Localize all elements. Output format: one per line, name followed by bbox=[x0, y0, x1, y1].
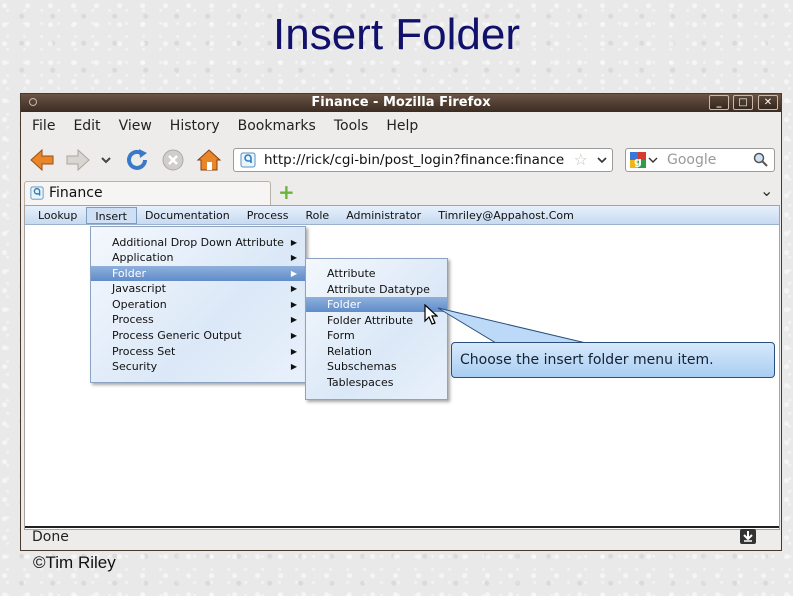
search-engine-dropdown-icon[interactable] bbox=[648, 155, 658, 165]
menubar: File Edit View History Bookmarks Tools H… bbox=[21, 114, 781, 138]
status-bar: Done bbox=[21, 523, 781, 549]
app-menu-process[interactable]: Process bbox=[239, 207, 298, 224]
history-dropdown-icon[interactable] bbox=[98, 148, 114, 172]
menu-tools[interactable]: Tools bbox=[323, 118, 376, 134]
forward-arrow-icon[interactable] bbox=[65, 148, 91, 172]
slide-title: Insert Folder bbox=[273, 10, 520, 59]
menu-history[interactable]: History bbox=[159, 118, 227, 134]
url-bar[interactable]: http://rick/cgi-bin/post_login?finance:f… bbox=[233, 148, 613, 172]
stop-icon[interactable] bbox=[160, 148, 186, 172]
google-engine-icon[interactable]: g bbox=[630, 152, 646, 168]
callout-box: Choose the insert folder menu item. bbox=[451, 342, 775, 378]
status-text: Done bbox=[32, 529, 69, 545]
bookmark-star-icon[interactable]: ☆ bbox=[574, 150, 588, 169]
minimize-button[interactable]: _ bbox=[709, 95, 729, 110]
url-dropdown-icon[interactable] bbox=[596, 154, 608, 166]
window-menu-icon[interactable] bbox=[29, 98, 37, 106]
folder-submenu-item[interactable]: Subschemas bbox=[306, 359, 447, 374]
close-button[interactable]: ✕ bbox=[758, 95, 778, 110]
insert-menu-item[interactable]: Process ▶ bbox=[91, 312, 305, 327]
copyright-text: ©Tim Riley bbox=[33, 553, 116, 572]
maximize-button[interactable]: □ bbox=[733, 95, 753, 110]
home-icon[interactable] bbox=[196, 148, 222, 172]
menu-edit[interactable]: Edit bbox=[62, 118, 107, 134]
search-bar[interactable]: g Google bbox=[625, 148, 775, 172]
app-menu-administrator[interactable]: Administrator bbox=[338, 207, 430, 224]
menu-view[interactable]: View bbox=[108, 118, 159, 134]
app-menu-documentation[interactable]: Documentation bbox=[137, 207, 239, 224]
svg-text:g: g bbox=[634, 155, 642, 168]
app-menu-role[interactable]: Role bbox=[298, 207, 339, 224]
back-arrow-icon[interactable] bbox=[29, 148, 55, 172]
window-titlebar: Finance - Mozilla Firefox _ □ ✕ bbox=[21, 94, 781, 112]
insert-menu-item[interactable]: Process Set ▶ bbox=[91, 344, 305, 359]
callout-pointer bbox=[437, 307, 587, 344]
app-menu-lookup[interactable]: Lookup bbox=[25, 207, 86, 224]
insert-menu-item[interactable]: Javascript ▶ bbox=[91, 281, 305, 296]
new-tab-button[interactable]: + bbox=[278, 180, 295, 204]
menu-bookmarks[interactable]: Bookmarks bbox=[227, 118, 323, 134]
search-input[interactable]: Google bbox=[667, 152, 716, 168]
menu-help[interactable]: Help bbox=[375, 118, 425, 134]
window-title: Finance - Mozilla Firefox bbox=[311, 95, 491, 110]
insert-dropdown-menu: Additional Drop Down Attribute ▶ Applicat… bbox=[90, 226, 306, 383]
download-status-icon[interactable] bbox=[740, 529, 756, 544]
insert-menu-item[interactable]: Additional Drop Down Attribute ▶ bbox=[91, 235, 305, 250]
tab-favicon-icon bbox=[30, 186, 44, 200]
insert-menu-item[interactable]: Security ▶ bbox=[91, 359, 305, 374]
insert-menu-item-folder[interactable]: Folder ▶ bbox=[91, 266, 305, 281]
folder-submenu-item[interactable]: Attribute Datatype bbox=[306, 282, 447, 297]
menu-file[interactable]: File bbox=[21, 118, 62, 134]
navigation-toolbar: http://rick/cgi-bin/post_login?finance:f… bbox=[21, 138, 781, 182]
folder-submenu-item[interactable]: Relation bbox=[306, 344, 447, 359]
folder-submenu-item[interactable]: Tablespaces bbox=[306, 375, 447, 390]
url-text: http://rick/cgi-bin/post_login?finance:f… bbox=[264, 152, 565, 168]
tab-label: Finance bbox=[49, 185, 103, 201]
insert-menu-item[interactable]: Process Generic Output ▶ bbox=[91, 328, 305, 343]
folder-submenu: Attribute Attribute Datatype Folder Fold… bbox=[305, 258, 448, 400]
tab-list-button[interactable]: ⌄ bbox=[760, 181, 773, 200]
app-menu-bar: Lookup Insert Documentation Process Role… bbox=[25, 206, 779, 225]
tab-strip: Finance + ⌄ bbox=[21, 180, 781, 206]
app-menu-insert[interactable]: Insert bbox=[86, 206, 137, 224]
callout-text: Choose the insert folder menu item. bbox=[460, 352, 714, 368]
tab-finance[interactable]: Finance bbox=[24, 181, 271, 205]
search-icon[interactable] bbox=[753, 152, 769, 168]
insert-menu-item[interactable]: Operation ▶ bbox=[91, 297, 305, 312]
folder-submenu-item[interactable]: Attribute bbox=[306, 266, 447, 281]
reload-icon[interactable] bbox=[125, 148, 151, 172]
site-favicon-icon bbox=[240, 152, 256, 168]
app-menu-user[interactable]: Timriley@Appahost.Com bbox=[430, 207, 583, 224]
insert-menu-item[interactable]: Application ▶ bbox=[91, 250, 305, 265]
folder-submenu-item[interactable]: Form bbox=[306, 328, 447, 343]
